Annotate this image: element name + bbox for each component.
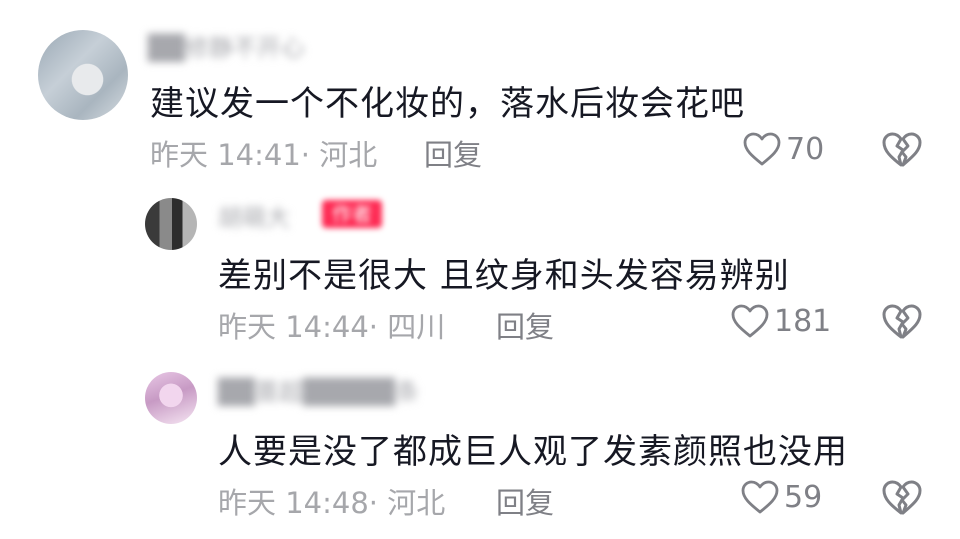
comment-username[interactable]: ██修静不开心 (148, 28, 305, 63)
comment-text: 人要是没了都成巨人观了发素颜照也没用 (218, 432, 848, 472)
avatar[interactable] (145, 198, 197, 250)
reply-button[interactable]: 回复 (496, 304, 554, 346)
like-button[interactable]: 70 (742, 129, 824, 169)
comment-item: 胡萌大 作者 差别不是很大 且纹身和头发容易辨别 昨天 14:44· 四川 回复… (0, 186, 960, 350)
comment-meta: 昨天 14:41· 河北 (150, 138, 378, 172)
comment-text: 差别不是很大 且纹身和头发容易辨别 (218, 256, 790, 296)
heart-outline-icon (743, 132, 781, 166)
dislike-button[interactable] (880, 129, 922, 169)
heart-outline-icon (731, 304, 769, 338)
comment-item: ██修静不开心 建议发一个不化妆的，落水后妆会花吧 昨天 14:41· 河北 回… (0, 14, 960, 184)
heart-outline-icon (741, 480, 779, 514)
reply-button[interactable]: 回复 (496, 480, 554, 522)
like-count: 59 (784, 479, 823, 515)
avatar[interactable] (145, 372, 197, 424)
avatar[interactable] (38, 30, 128, 120)
like-button[interactable]: 181 (730, 301, 831, 341)
comment-text: 建议发一个不化妆的，落水后妆会花吧 (150, 84, 745, 124)
like-count: 181 (774, 303, 832, 339)
dislike-button[interactable] (880, 301, 922, 341)
broken-heart-icon (882, 480, 922, 515)
reply-button[interactable]: 回复 (424, 132, 482, 174)
like-count: 70 (786, 131, 825, 167)
dislike-button[interactable] (880, 477, 922, 517)
broken-heart-icon (882, 304, 922, 339)
comment-item: ██蔷超█████条 人要是没了都成巨人观了发素颜照也没用 昨天 14:48· … (0, 360, 960, 530)
comment-meta: 昨天 14:44· 四川 (218, 310, 446, 344)
comment-meta: 昨天 14:48· 河北 (218, 486, 446, 520)
broken-heart-icon (882, 132, 922, 167)
comment-username[interactable]: ██蔷超█████条 (218, 372, 419, 407)
comment-username[interactable]: 胡萌大 (218, 198, 290, 233)
like-button[interactable]: 59 (740, 477, 822, 517)
author-badge: 作者 (322, 200, 382, 228)
